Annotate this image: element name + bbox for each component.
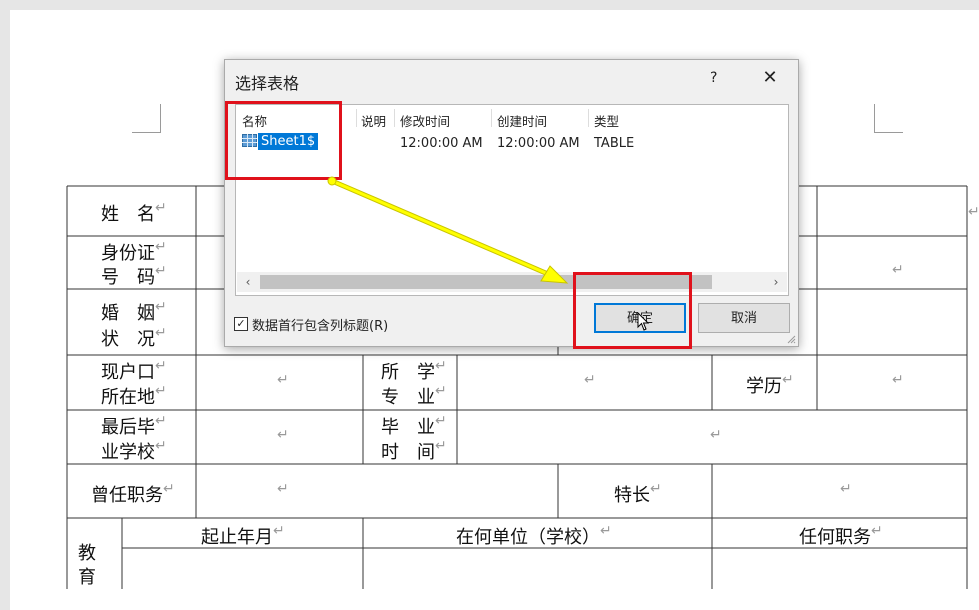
mouse-cursor-icon xyxy=(637,312,650,331)
annotation-arrow xyxy=(327,176,569,284)
